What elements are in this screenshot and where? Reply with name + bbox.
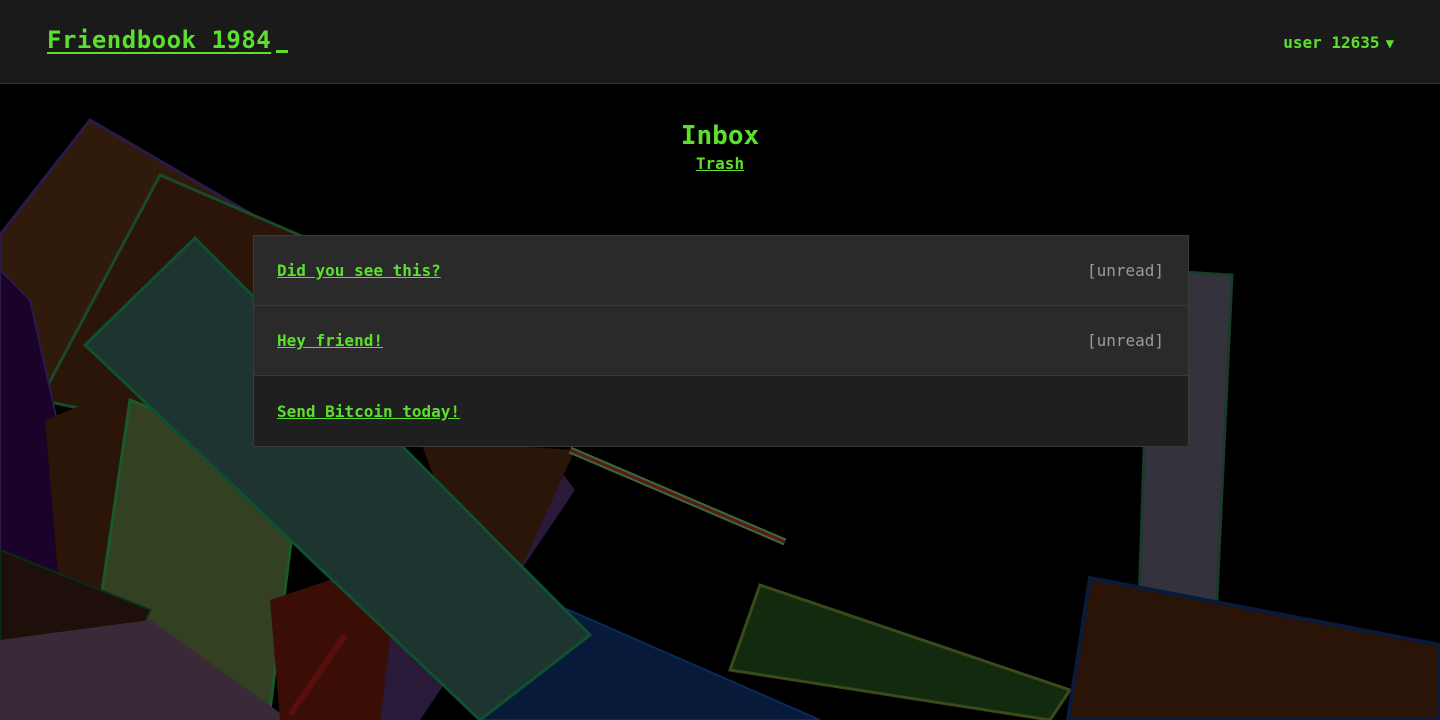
bg-shape (1065, 575, 1440, 720)
bg-shape (727, 583, 1073, 720)
trash-link[interactable]: Trash (696, 154, 744, 173)
message-subject-link[interactable]: Send Bitcoin today! (277, 402, 460, 421)
message-subject-link[interactable]: Hey friend! (277, 331, 383, 350)
message-row[interactable]: Hey friend! [unread] (254, 306, 1188, 376)
user-label: user 12635 (1283, 33, 1380, 52)
message-list: Did you see this? [unread] Hey friend! [… (253, 235, 1189, 447)
bg-line (569, 448, 786, 544)
top-bar: Friendbook 1984 user 12635 ▼ (0, 0, 1440, 84)
message-subject-link[interactable]: Did you see this? (277, 261, 441, 280)
page-title: Inbox (680, 121, 760, 151)
unread-status: [unread] (1086, 261, 1164, 280)
app-logo-link[interactable]: Friendbook 1984 (47, 26, 289, 54)
message-row[interactable]: Send Bitcoin today! (254, 376, 1188, 446)
page-heading: Inbox Trash (0, 118, 1440, 173)
unread-status: [unread] (1086, 331, 1164, 350)
message-row[interactable]: Did you see this? [unread] (254, 236, 1188, 306)
chevron-down-icon: ▼ (1385, 36, 1394, 52)
user-menu-button[interactable]: user 12635 ▼ (1283, 33, 1394, 52)
blinking-cursor (276, 50, 289, 53)
app-title: Friendbook 1984 (47, 26, 272, 54)
